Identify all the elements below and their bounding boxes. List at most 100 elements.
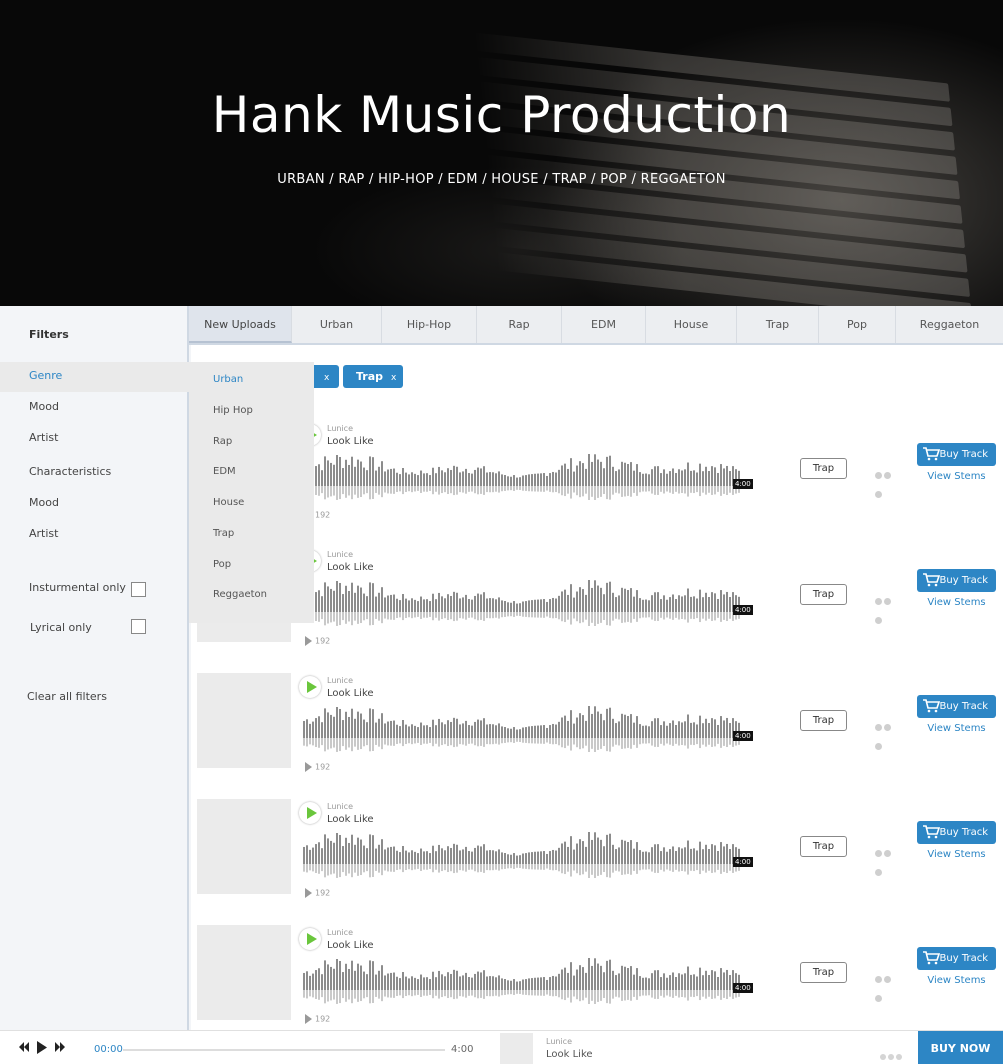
tab-urban[interactable]: Urban: [292, 306, 382, 343]
dropdown-item-urban[interactable]: Urban: [213, 374, 243, 385]
dropdown-item-reggaeton[interactable]: Reggaeton: [213, 589, 267, 600]
tab-new-uploads[interactable]: New Uploads: [189, 306, 292, 343]
track-title[interactable]: Look Like: [327, 436, 374, 447]
filter-chip-label: Trap: [356, 370, 384, 383]
view-stems-link[interactable]: View Stems: [917, 975, 996, 986]
instrumental-only-checkbox[interactable]: [131, 582, 146, 597]
cart-icon: [923, 447, 941, 461]
dropdown-item-house[interactable]: House: [213, 497, 244, 508]
dropdown-item-trap[interactable]: Trap: [213, 528, 234, 539]
track-title[interactable]: Look Like: [327, 940, 374, 951]
genre-tag[interactable]: Trap: [800, 710, 847, 731]
lyrical-only-checkbox[interactable]: [131, 619, 146, 634]
play-count-value: 192: [315, 510, 331, 520]
view-stems-link[interactable]: View Stems: [917, 597, 996, 608]
clear-filters-link[interactable]: Clear all filters: [27, 690, 107, 703]
waveform[interactable]: [303, 706, 743, 752]
dropdown-item-edm[interactable]: EDM: [213, 466, 236, 477]
more-options-icon[interactable]: [875, 716, 901, 750]
buy-track-button[interactable]: Buy Track: [917, 443, 996, 466]
next-icon[interactable]: [54, 1041, 66, 1053]
waveform[interactable]: [303, 454, 743, 500]
more-options-icon[interactable]: [875, 968, 901, 1002]
play-count: 192: [305, 1014, 330, 1024]
play-icon[interactable]: [299, 928, 321, 950]
genre-tabs: New Uploads Urban Hip-Hop Rap EDM House …: [189, 306, 1003, 345]
now-playing-title: Look Like: [546, 1049, 593, 1060]
filter-genre[interactable]: Genre: [29, 369, 62, 382]
track-artist: Lunice: [327, 424, 353, 433]
play-count: 192: [305, 762, 330, 772]
cart-icon: [923, 699, 941, 713]
hero-title: Hank Music Production: [211, 86, 792, 144]
buy-track-button[interactable]: Buy Track: [917, 569, 996, 592]
waveform[interactable]: [303, 958, 743, 1004]
play-count-value: 192: [315, 636, 331, 646]
buy-track-label: Buy Track: [939, 827, 988, 838]
tab-pop[interactable]: Pop: [819, 306, 896, 343]
track-title[interactable]: Look Like: [327, 562, 374, 573]
more-options-icon[interactable]: [880, 1045, 904, 1064]
track-artist: Lunice: [327, 928, 353, 937]
genre-tag[interactable]: Trap: [800, 836, 847, 857]
genre-tag[interactable]: Trap: [800, 458, 847, 479]
play-count: 192: [305, 636, 330, 646]
progress-bar[interactable]: [123, 1049, 445, 1051]
total-time: 4:00: [451, 1044, 474, 1055]
buy-track-label: Buy Track: [939, 575, 988, 586]
play-icon[interactable]: [36, 1040, 48, 1055]
play-count-value: 192: [315, 888, 331, 898]
track-duration: 4:00: [733, 731, 753, 741]
cart-icon: [923, 825, 941, 839]
genre-tag[interactable]: Trap: [800, 962, 847, 983]
filter-artist-2[interactable]: Artist: [29, 527, 58, 540]
tab-rap[interactable]: Rap: [477, 306, 562, 343]
buy-track-button[interactable]: Buy Track: [917, 821, 996, 844]
waveform[interactable]: [303, 832, 743, 878]
filter-mood[interactable]: Mood: [29, 400, 59, 413]
filter-characteristics[interactable]: Characteristics: [29, 465, 111, 478]
view-stems-link[interactable]: View Stems: [917, 723, 996, 734]
waveform[interactable]: [303, 580, 743, 626]
track-title[interactable]: Look Like: [327, 688, 374, 699]
tab-reggaeton[interactable]: Reggaeton: [896, 306, 1003, 343]
track-duration: 4:00: [733, 479, 753, 489]
play-count: 192: [305, 888, 330, 898]
track-duration: 4:00: [733, 983, 753, 993]
dropdown-item-pop[interactable]: Pop: [213, 559, 231, 570]
view-stems-link[interactable]: View Stems: [917, 471, 996, 482]
track-cover: [197, 673, 291, 768]
tab-trap[interactable]: Trap: [737, 306, 819, 343]
more-options-icon[interactable]: [875, 590, 901, 624]
dropdown-item-rap[interactable]: Rap: [213, 436, 232, 447]
track-cover: [197, 799, 291, 894]
filter-artist[interactable]: Artist: [29, 431, 58, 444]
more-options-icon[interactable]: [875, 842, 901, 876]
filters-sidebar: Filters Genre Mood Artist Characteristic…: [0, 306, 189, 1030]
previous-icon[interactable]: [18, 1041, 30, 1053]
instrumental-only-label: Insturmental only: [29, 581, 126, 594]
more-options-icon[interactable]: [875, 464, 901, 498]
chip-remove-icon[interactable]: x: [324, 373, 329, 383]
chip-remove-icon[interactable]: x: [391, 373, 396, 383]
track-cover: [197, 925, 291, 1020]
genre-dropdown: Urban Hip Hop Rap EDM House Trap Pop Reg…: [189, 362, 314, 623]
buy-track-button[interactable]: Buy Track: [917, 695, 996, 718]
dropdown-item-hip-hop[interactable]: Hip Hop: [213, 405, 253, 416]
track-title[interactable]: Look Like: [327, 814, 374, 825]
filter-chip-trap[interactable]: Trap x: [343, 365, 403, 388]
play-icon[interactable]: [299, 676, 321, 698]
play-count-icon: [305, 1014, 312, 1024]
filter-mood-2[interactable]: Mood: [29, 496, 59, 509]
buy-track-button[interactable]: Buy Track: [917, 947, 996, 970]
tab-hip-hop[interactable]: Hip-Hop: [382, 306, 477, 343]
play-icon[interactable]: [299, 802, 321, 824]
buy-now-button[interactable]: BUY NOW: [918, 1031, 1003, 1064]
tab-edm[interactable]: EDM: [562, 306, 646, 343]
genre-tag[interactable]: Trap: [800, 584, 847, 605]
view-stems-link[interactable]: View Stems: [917, 849, 996, 860]
track-artist: Lunice: [327, 550, 353, 559]
tab-house[interactable]: House: [646, 306, 737, 343]
current-time: 00:00: [94, 1044, 123, 1055]
buy-track-label: Buy Track: [939, 449, 988, 460]
